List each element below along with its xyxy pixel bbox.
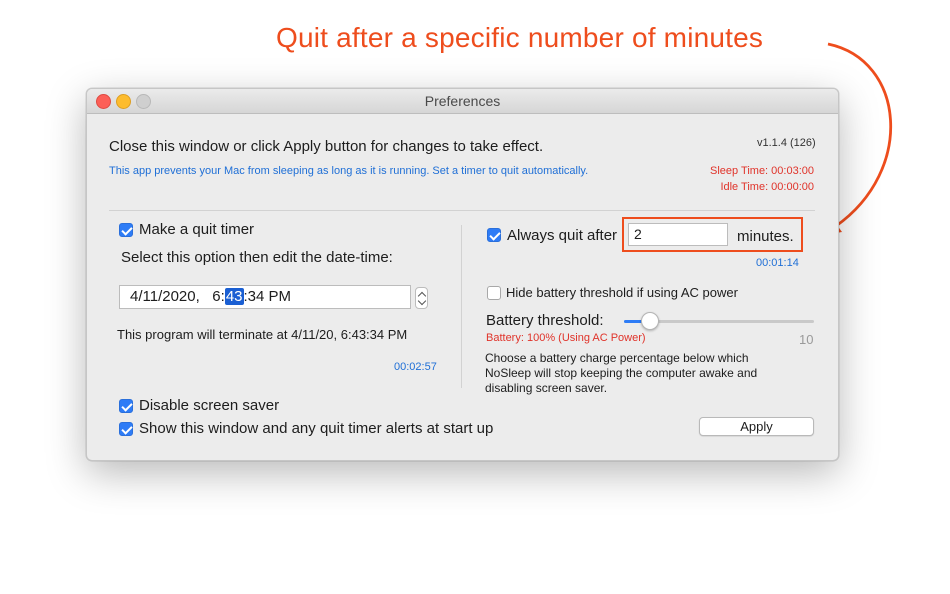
- minutes-label: minutes.: [737, 228, 794, 245]
- chevron-down-icon[interactable]: [417, 296, 427, 306]
- always-quit-label[interactable]: Always quit after: [507, 227, 617, 244]
- sleep-time: Sleep Time: 00:03:00: [710, 165, 814, 177]
- disable-screensaver-checkbox[interactable]: [119, 399, 133, 413]
- datetime-prefix: 4/11/2020, 6:: [130, 288, 225, 305]
- always-quit-checkbox[interactable]: [487, 228, 501, 242]
- annotation-title: Quit after a specific number of minutes: [276, 22, 764, 53]
- battery-slider-knob[interactable]: [641, 312, 659, 330]
- disable-screensaver-label[interactable]: Disable screen saver: [139, 397, 279, 414]
- datetime-suffix: :34 PM: [243, 288, 292, 305]
- hide-battery-label[interactable]: Hide battery threshold if using AC power: [506, 285, 738, 300]
- battery-slider-value: 10: [799, 332, 814, 347]
- quit-timer-checkbox[interactable]: [119, 223, 133, 237]
- select-hint: Select this option then edit the date-ti…: [121, 249, 393, 266]
- battery-description: Choose a battery charge percentage below…: [485, 351, 758, 395]
- show-window-label[interactable]: Show this window and any quit timer aler…: [139, 420, 493, 437]
- left-countdown: 00:02:57: [394, 361, 437, 373]
- minutes-input[interactable]: 2: [628, 223, 728, 246]
- battery-status: Battery: 100% (Using AC Power): [486, 332, 646, 344]
- battery-threshold-label: Battery threshold:: [486, 312, 604, 329]
- quit-timer-label[interactable]: Make a quit timer: [139, 221, 254, 238]
- show-window-checkbox[interactable]: [119, 422, 133, 436]
- datetime-minutes-selected[interactable]: 43: [224, 288, 244, 305]
- title-bar: Preferences: [87, 89, 838, 114]
- datetime-stepper[interactable]: [415, 287, 428, 309]
- horizontal-divider: [109, 210, 815, 211]
- info-message: This app prevents your Mac from sleeping…: [109, 165, 589, 177]
- right-countdown: 00:01:14: [756, 257, 799, 269]
- header-message: Close this window or click Apply button …: [109, 138, 544, 155]
- window-title: Preferences: [424, 93, 501, 109]
- apply-button[interactable]: Apply: [699, 417, 814, 436]
- idle-time: Idle Time: 00:00:00: [720, 181, 814, 193]
- preferences-window: Preferences Close this window or click A…: [86, 88, 839, 461]
- datetime-field[interactable]: 4/11/2020, 6:43:34 PM: [119, 285, 411, 309]
- terminate-message: This program will terminate at 4/11/20, …: [117, 327, 408, 342]
- hide-battery-checkbox[interactable]: [487, 286, 501, 300]
- version-label: v1.1.4 (126): [757, 137, 816, 149]
- vertical-divider: [461, 225, 462, 388]
